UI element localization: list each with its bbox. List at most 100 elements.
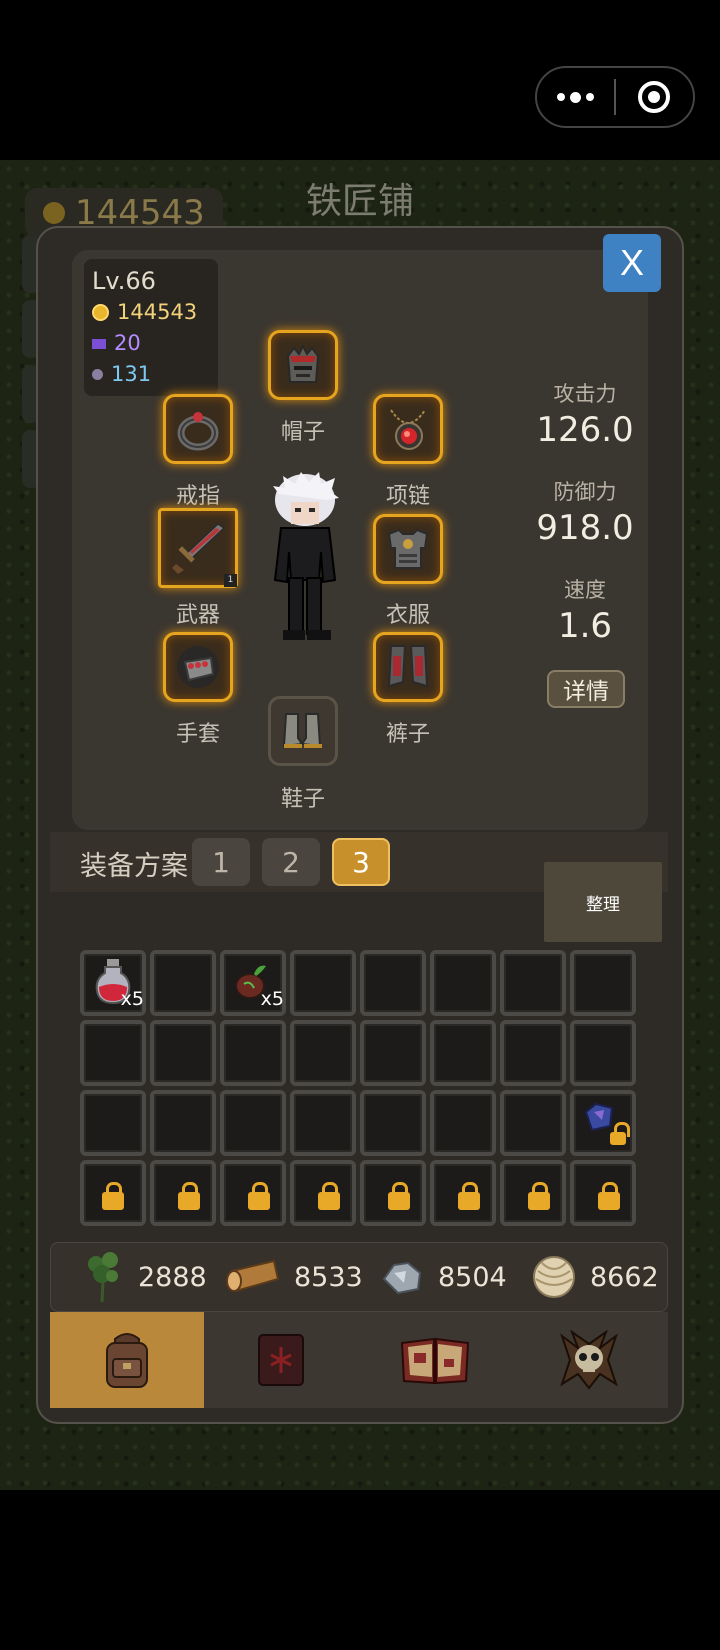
slot-label-shoes: 鞋子 [280,787,325,812]
slot-label-weapon: 武器 [175,603,220,628]
equip-slot-shoes[interactable] [268,696,338,766]
ore-value: 131 [111,362,152,386]
inventory-slot[interactable] [570,1020,636,1086]
gold-value: 144543 [117,300,198,324]
thread-count: 8662 [590,1261,659,1293]
defense-value: 918.0 [536,508,634,548]
inventory-slot[interactable] [430,1020,496,1086]
boots-icon [280,708,326,754]
sword-icon [168,518,228,578]
weapon-level-badge: 1 [224,574,237,587]
equip-slot-necklace[interactable] [373,394,443,464]
attack-label: 攻击力 [553,382,617,406]
inventory-slot[interactable] [220,1090,286,1156]
slot-label-clothes: 衣服 [385,603,430,628]
player-stats: Lv.66 144543 20 131 [84,259,218,396]
inventory-slot[interactable] [290,950,356,1016]
speed-value: 1.6 [557,606,613,646]
inventory-slot[interactable] [220,1020,286,1086]
iron-count: 8504 [438,1261,507,1293]
ring-icon [175,406,221,452]
slot-label-hat: 帽子 [280,420,325,445]
backpack-icon [106,1333,148,1388]
equip-slot-clothes[interactable] [373,514,443,584]
gem-ore-icon [584,1102,614,1132]
resource-thread: 8662 [530,1242,659,1312]
tab-runes[interactable] [204,1312,358,1408]
player-level: Lv.66 [92,267,156,295]
locked-slot[interactable] [150,1160,216,1226]
close-miniprogram-button[interactable] [616,68,693,126]
ore-icon [92,369,103,380]
inventory-slot[interactable] [80,1020,146,1086]
skull-icon [560,1330,618,1390]
inventory-slot[interactable] [150,950,216,1016]
inventory-slot[interactable] [80,1090,146,1156]
gauntlet-icon [175,644,221,690]
locked-slot[interactable] [360,1160,426,1226]
inventory-slot[interactable] [570,950,636,1016]
inventory-slot[interactable]: x5 [220,950,286,1016]
inventory-slot[interactable] [500,1090,566,1156]
scheme-label: 装备方案 [80,851,188,882]
wood-count: 8533 [294,1261,363,1293]
inventory-slot[interactable] [500,950,566,1016]
inventory-slot[interactable] [430,950,496,1016]
sort-button[interactable]: 整理 [544,862,662,942]
tab-bestiary[interactable] [512,1312,666,1408]
locked-slot[interactable] [80,1160,146,1226]
lock-icon [318,1182,340,1210]
resource-wood: 8533 [224,1242,363,1312]
lock-icon [610,1122,630,1145]
equip-slot-pants[interactable] [373,632,443,702]
coin-icon [92,304,109,321]
gems-value: 20 [114,331,141,355]
inventory-slot[interactable] [290,1090,356,1156]
equip-slot-weapon[interactable]: 1 [158,508,238,588]
scheme-button-1[interactable]: 1 [192,838,250,886]
item-quantity: x5 [260,988,284,1010]
equip-slot-gloves[interactable] [163,632,233,702]
iron-ore-icon [382,1261,422,1295]
necklace-icon [385,406,431,452]
inventory-slot[interactable] [150,1090,216,1156]
item-quantity: x5 [120,988,144,1010]
inventory-slot[interactable] [360,1020,426,1086]
inventory-slot[interactable] [430,1090,496,1156]
more-menu-button[interactable] [537,68,614,126]
inventory-slot[interactable] [500,1020,566,1086]
target-icon [638,81,671,113]
close-button[interactable]: X [603,234,661,292]
bottom-bar [0,1490,720,1650]
inventory-slot[interactable] [360,950,426,1016]
locked-slot[interactable] [430,1160,496,1226]
tab-backpack[interactable] [50,1312,204,1408]
scheme-button-3[interactable]: 3 [332,838,390,886]
lock-icon [528,1182,550,1210]
tab-spellbook[interactable] [358,1312,512,1408]
scheme-button-2[interactable]: 2 [262,838,320,886]
locked-slot[interactable] [220,1160,286,1226]
locked-slot[interactable] [500,1160,566,1226]
inventory-slot[interactable] [290,1020,356,1086]
locked-slot[interactable] [290,1160,356,1226]
defense-label: 防御力 [553,480,617,504]
equip-slot-ring[interactable] [163,394,233,464]
herb-count: 2888 [138,1261,207,1293]
resource-iron: 8504 [380,1242,507,1312]
details-button[interactable]: 详情 [547,670,625,708]
inventory-slot[interactable] [150,1020,216,1086]
speed-label: 速度 [564,578,606,602]
slot-label-gloves: 手套 [175,722,220,747]
lock-icon [248,1182,270,1210]
inventory-slot[interactable] [570,1090,636,1156]
equip-slot-hat[interactable] [268,330,338,400]
locked-slot[interactable] [570,1160,636,1226]
leg-armor-icon [385,644,431,690]
inventory-slot[interactable] [360,1090,426,1156]
slot-label-necklace: 项链 [385,484,430,509]
lock-icon [178,1182,200,1210]
inventory-grid: x5 x5 [80,950,640,1230]
herb-icon [88,1252,118,1303]
inventory-slot[interactable]: x5 [80,950,146,1016]
